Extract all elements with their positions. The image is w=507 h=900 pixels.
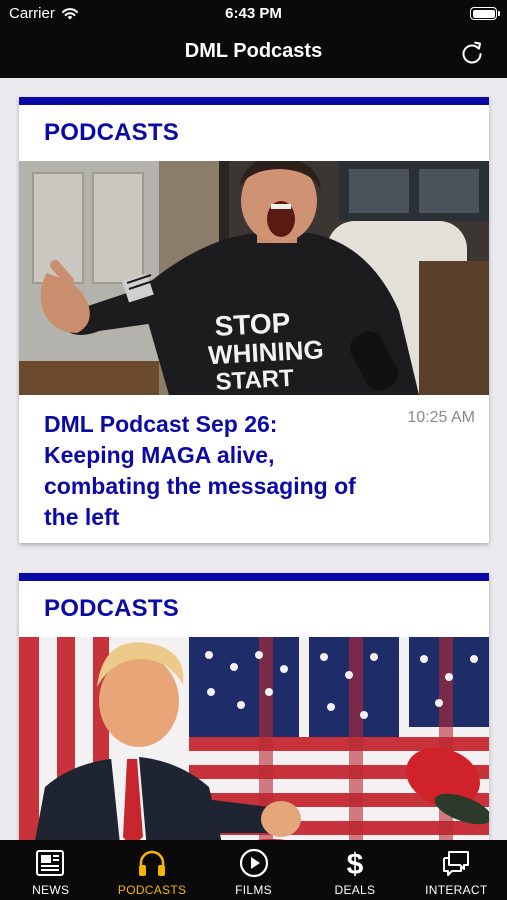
tab-label: NEWS: [32, 883, 70, 897]
tab-films[interactable]: FILMS: [203, 840, 304, 900]
rally-image: [19, 637, 489, 840]
svg-text:$: $: [347, 848, 364, 880]
podcast-feed[interactable]: PODCASTS STOP WHINING START DML Podcast …: [0, 78, 507, 840]
podcast-host-image: STOP WHINING START: [19, 161, 489, 395]
podcast-thumbnail[interactable]: [19, 637, 489, 840]
podcast-timestamp: 10:25 AM: [407, 409, 475, 426]
tab-label: FILMS: [235, 883, 272, 897]
play-circle-icon: [239, 848, 268, 878]
tab-deals[interactable]: $ DEALS: [304, 840, 405, 900]
podcast-card[interactable]: PODCASTS: [19, 573, 489, 840]
newspaper-icon: [35, 850, 64, 876]
podcast-headline[interactable]: DML Podcast Sep 26: Keeping MAGA alive, …: [44, 409, 374, 533]
shirt-text-line: WHINING: [207, 334, 324, 370]
dollar-icon: $: [347, 848, 364, 880]
tab-label: PODCASTS: [117, 883, 187, 897]
card-category: PODCASTS: [44, 595, 179, 622]
refresh-icon[interactable]: [459, 40, 485, 66]
status-bar: Carrier 6:43 PM: [0, 0, 507, 28]
navigation-bar: DML Podcasts: [0, 28, 507, 78]
headphones-icon: [139, 850, 166, 876]
tab-label: DEALS: [334, 883, 376, 897]
podcast-thumbnail[interactable]: STOP WHINING START: [19, 161, 489, 395]
tab-news[interactable]: NEWS: [0, 840, 101, 900]
tab-podcasts[interactable]: PODCASTS: [101, 840, 202, 900]
card-category: PODCASTS: [44, 119, 179, 146]
tab-interact[interactable]: INTERACT: [406, 840, 507, 900]
tab-label: INTERACT: [425, 883, 488, 897]
shirt-text-line: START: [215, 365, 295, 395]
status-time: 6:43 PM: [225, 5, 282, 22]
chat-bubbles-icon: [443, 851, 470, 876]
page-title: DML Podcasts: [184, 40, 323, 62]
battery-icon: [470, 7, 500, 20]
podcast-card[interactable]: PODCASTS: [19, 97, 489, 543]
card-body: DML Podcast Sep 26: Keeping MAGA alive, …: [19, 395, 489, 543]
tab-bar: NEWS PODCASTS FILMS $ DEALS INTERACT: [0, 840, 507, 900]
app-screen: Carrier 6:43 PM DML Podcasts PODCASTS ST…: [0, 0, 507, 900]
